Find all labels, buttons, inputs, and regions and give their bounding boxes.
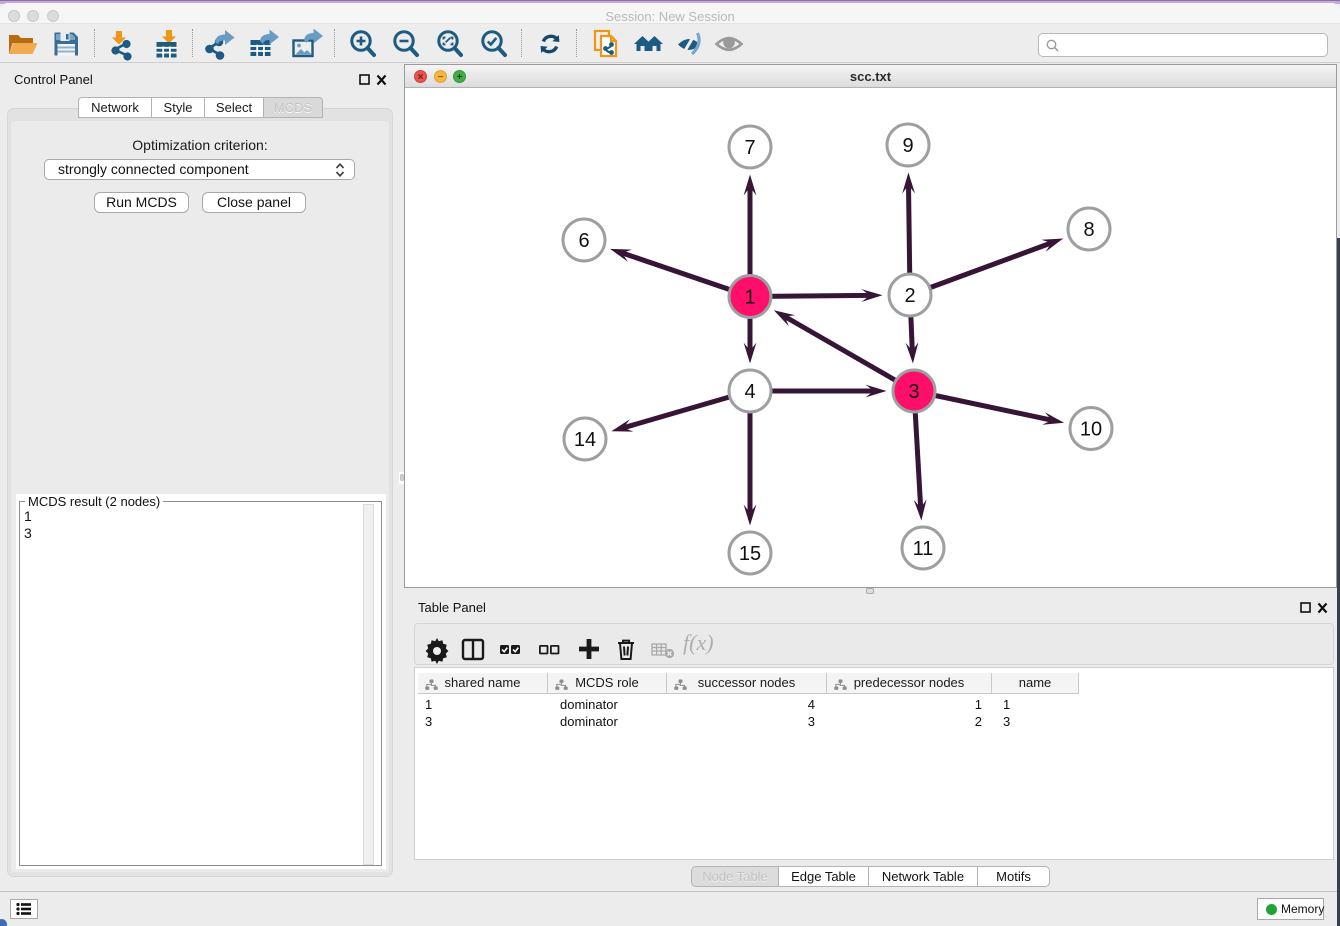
- svg-text:2: 2: [904, 285, 915, 307]
- svg-text:15: 15: [739, 543, 761, 565]
- svg-text:4: 4: [744, 381, 755, 403]
- svg-text:9: 9: [902, 135, 913, 157]
- svg-text:6: 6: [578, 230, 589, 252]
- svg-text:1: 1: [744, 287, 755, 309]
- svg-text:8: 8: [1083, 219, 1094, 241]
- svg-text:7: 7: [744, 137, 755, 159]
- svg-text:14: 14: [574, 429, 596, 451]
- svg-text:3: 3: [908, 381, 919, 403]
- svg-text:10: 10: [1080, 419, 1102, 441]
- svg-text:11: 11: [913, 538, 934, 560]
